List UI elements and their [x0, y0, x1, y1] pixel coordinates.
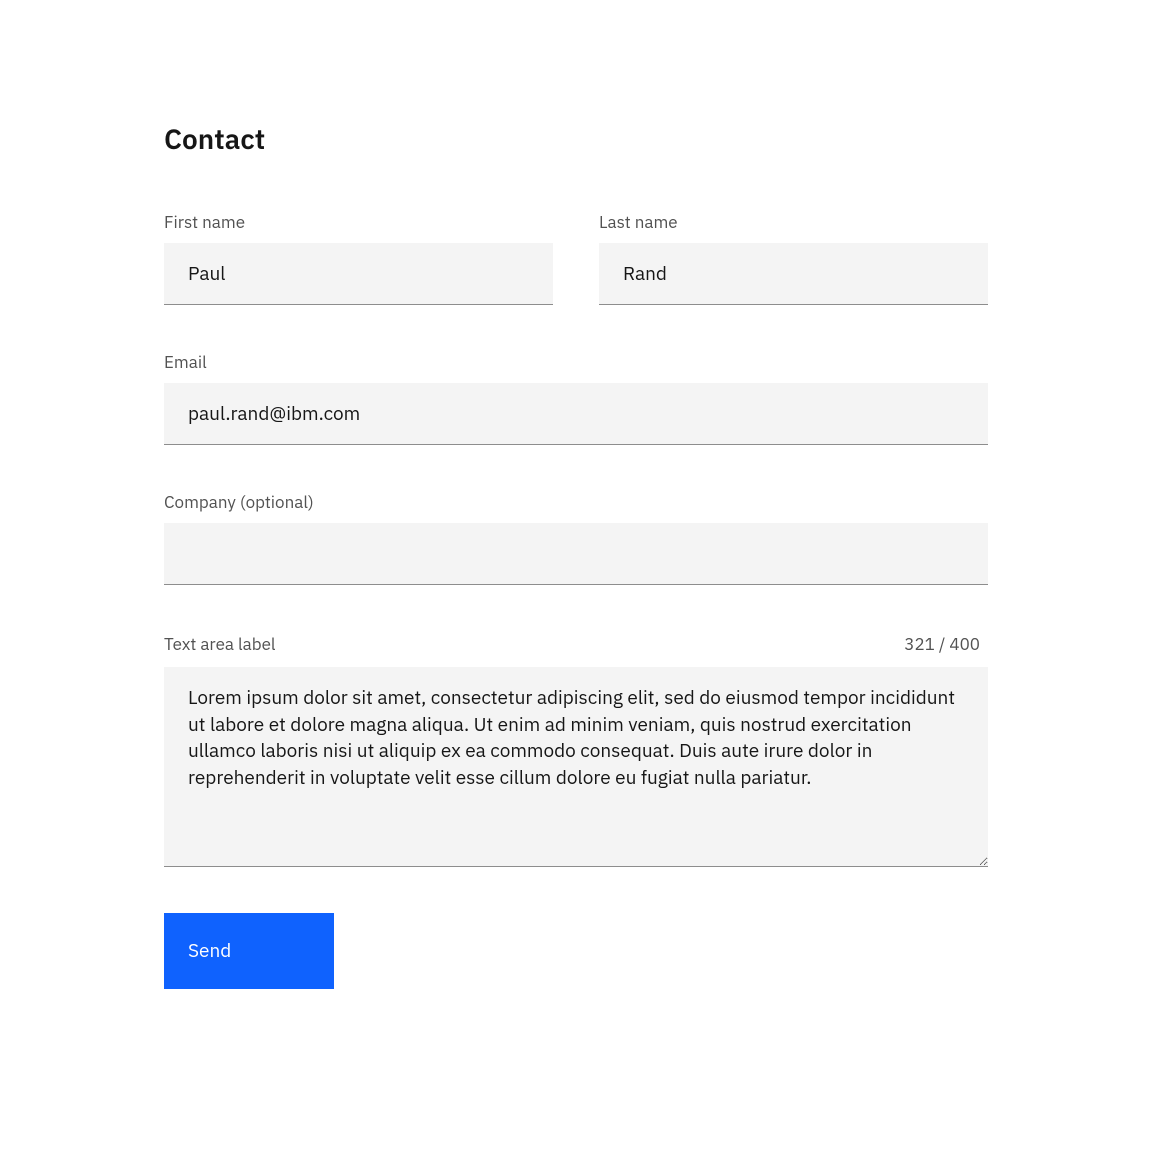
first-name-field: First name — [164, 211, 553, 305]
company-label: Company (optional) — [164, 491, 988, 513]
message-field: Text area label 321 / 400 — [164, 631, 988, 867]
email-input[interactable] — [164, 383, 988, 445]
email-field: Email — [164, 351, 988, 445]
first-name-label: First name — [164, 211, 553, 233]
email-label: Email — [164, 351, 988, 373]
char-counter: 321 / 400 — [896, 631, 988, 657]
contact-form: Contact First name Last name Email Compa… — [0, 0, 1152, 989]
company-field: Company (optional) — [164, 491, 988, 585]
last-name-input[interactable] — [599, 243, 988, 305]
first-name-input[interactable] — [164, 243, 553, 305]
last-name-label: Last name — [599, 211, 988, 233]
form-title: Contact — [164, 120, 988, 157]
email-row: Email — [164, 351, 988, 445]
company-row: Company (optional) — [164, 491, 988, 585]
message-label-row: Text area label 321 / 400 — [164, 631, 988, 657]
company-input[interactable] — [164, 523, 988, 585]
message-label: Text area label — [164, 633, 276, 655]
name-row: First name Last name — [164, 211, 988, 305]
send-button[interactable]: Send — [164, 913, 334, 989]
message-row: Text area label 321 / 400 — [164, 631, 988, 867]
last-name-field: Last name — [599, 211, 988, 305]
message-textarea[interactable] — [164, 667, 988, 867]
